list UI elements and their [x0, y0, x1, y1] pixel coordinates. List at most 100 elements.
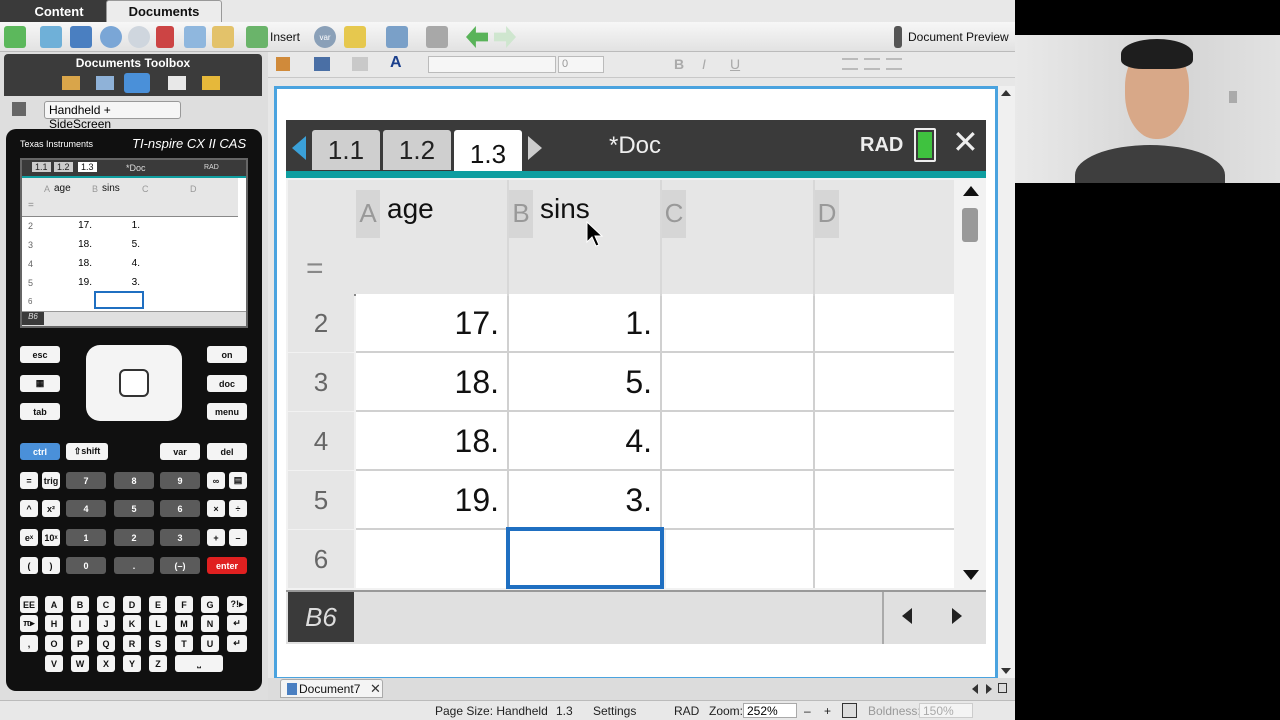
scroll-down-icon[interactable]	[963, 570, 979, 580]
document-tab[interactable]: Document7 ✕	[280, 679, 383, 698]
scroll-up-icon[interactable]	[963, 186, 979, 196]
page-sorter-icon[interactable]	[96, 76, 114, 90]
square-key[interactable]: x²	[42, 500, 60, 517]
cell-c6[interactable]	[666, 530, 813, 588]
column-name-age[interactable]: age	[387, 193, 434, 225]
catalog-key[interactable]: ▤	[229, 472, 247, 489]
ten-power-key[interactable]: 10ˣ	[42, 529, 60, 546]
scroll-thumb[interactable]	[962, 208, 978, 242]
letter-key[interactable]: U	[201, 635, 219, 652]
font-size-select[interactable]: 0	[558, 56, 604, 73]
underline-icon[interactable]: U	[730, 56, 740, 72]
trig-key[interactable]: trig	[42, 472, 60, 489]
letter-key[interactable]: V	[45, 655, 63, 672]
caret-key[interactable]: ^	[20, 500, 38, 517]
cell-b2[interactable]: 1.	[509, 294, 660, 352]
exp-key[interactable]: eˣ	[20, 529, 38, 546]
zoom-out-icon[interactable]: –	[804, 704, 811, 718]
page-scroll-down-icon[interactable]	[1001, 668, 1011, 674]
cell-d6[interactable]	[815, 530, 954, 588]
bold-icon[interactable]: B	[674, 56, 684, 72]
letter-key[interactable]: T	[175, 635, 193, 652]
cell-c3[interactable]	[662, 353, 813, 411]
letter-key[interactable]: L	[149, 615, 167, 632]
tab-key[interactable]: tab	[20, 403, 60, 420]
minus-key[interactable]: –	[229, 529, 247, 546]
letter-key[interactable]: ?!▸	[227, 596, 247, 613]
fill-color-icon[interactable]	[314, 57, 330, 71]
doc-tabs-list-icon[interactable]	[998, 683, 1007, 693]
letter-key[interactable]: G	[201, 596, 219, 613]
cell-d5[interactable]	[815, 471, 954, 529]
cell-a5[interactable]: 19.	[356, 471, 507, 529]
cell-a4[interactable]: 18.	[356, 412, 507, 470]
row-number[interactable]: 3	[288, 353, 354, 411]
row-number[interactable]: 6	[288, 530, 354, 588]
digit-6-key[interactable]: 6	[160, 500, 200, 517]
letter-key[interactable]: C	[97, 596, 115, 613]
zoom-select[interactable]: 252%	[743, 703, 797, 718]
close-icon[interactable]: ✕	[952, 126, 979, 158]
cell-a3[interactable]: 18.	[356, 353, 507, 411]
column-letter-d[interactable]: D	[815, 190, 839, 238]
del-key[interactable]: del	[207, 443, 247, 460]
paste-icon[interactable]	[212, 26, 234, 48]
digit-4-key[interactable]: 4	[66, 500, 106, 517]
space-key[interactable]: ⎵	[175, 655, 223, 672]
cut-icon[interactable]	[156, 26, 174, 48]
table-icon[interactable]	[344, 26, 366, 48]
letter-key[interactable]: F	[175, 596, 193, 613]
previous-page-icon[interactable]	[466, 26, 488, 48]
letter-key[interactable]: W	[71, 655, 89, 672]
menu-key[interactable]: menu	[207, 403, 247, 420]
boldness-select[interactable]: 150%	[919, 703, 973, 718]
digit-3-key[interactable]: 3	[160, 529, 200, 546]
open-document-icon[interactable]	[40, 26, 62, 48]
zoom-in-icon[interactable]: +	[824, 704, 831, 718]
document-tools-icon[interactable]	[62, 76, 80, 90]
cell-d4[interactable]	[815, 412, 954, 470]
letter-key[interactable]: Y	[123, 655, 141, 672]
font-family-select[interactable]	[428, 56, 556, 73]
close-tab-icon[interactable]: ✕	[370, 681, 381, 697]
page-scroll-up-icon[interactable]	[1001, 90, 1011, 96]
enter-key[interactable]: enter	[207, 557, 247, 574]
template-key[interactable]: ∞	[207, 472, 225, 489]
letter-key[interactable]: M	[175, 615, 193, 632]
content-explorer-icon[interactable]	[202, 76, 220, 90]
undo-icon[interactable]	[100, 26, 122, 48]
page-scrollbar[interactable]	[998, 86, 1015, 680]
letter-key[interactable]: A	[45, 596, 63, 613]
negative-key[interactable]: (–)	[160, 557, 200, 574]
copy-icon[interactable]	[184, 26, 206, 48]
tab-documents[interactable]: Documents	[106, 0, 222, 22]
open-paren-key[interactable]: (	[20, 557, 38, 574]
cell-a6[interactable]	[356, 530, 507, 588]
letter-key[interactable]: K	[123, 615, 141, 632]
letter-key[interactable]: π▸	[20, 615, 38, 632]
close-paren-key[interactable]: )	[42, 557, 60, 574]
document-preview-menu[interactable]: Document Preview	[908, 30, 1009, 44]
multiply-key[interactable]: ×	[207, 500, 225, 517]
var-button[interactable]: var	[314, 26, 336, 48]
cell-c2[interactable]	[662, 294, 813, 352]
touchpad-center[interactable]	[119, 369, 149, 397]
digit-8-key[interactable]: 8	[114, 472, 154, 489]
scroll-left-icon[interactable]	[902, 608, 912, 624]
esc-key[interactable]: esc	[20, 346, 60, 363]
letter-key[interactable]: J	[97, 615, 115, 632]
column-letter-b[interactable]: B	[509, 190, 533, 238]
letter-key[interactable]: O	[45, 635, 63, 652]
digit-7-key[interactable]: 7	[66, 472, 106, 489]
letter-key[interactable]: X	[97, 655, 115, 672]
cell-a2[interactable]: 17.	[356, 294, 507, 352]
prev-tab-arrow-icon[interactable]	[292, 136, 306, 160]
row-number[interactable]: 4	[288, 412, 354, 470]
on-key[interactable]: on	[207, 346, 247, 363]
letter-key[interactable]: P	[71, 635, 89, 652]
digit-1-key[interactable]: 1	[66, 529, 106, 546]
digit-5-key[interactable]: 5	[114, 500, 154, 517]
save-icon[interactable]	[70, 26, 92, 48]
utilities-icon[interactable]	[168, 76, 186, 90]
next-page-icon[interactable]	[494, 26, 516, 48]
